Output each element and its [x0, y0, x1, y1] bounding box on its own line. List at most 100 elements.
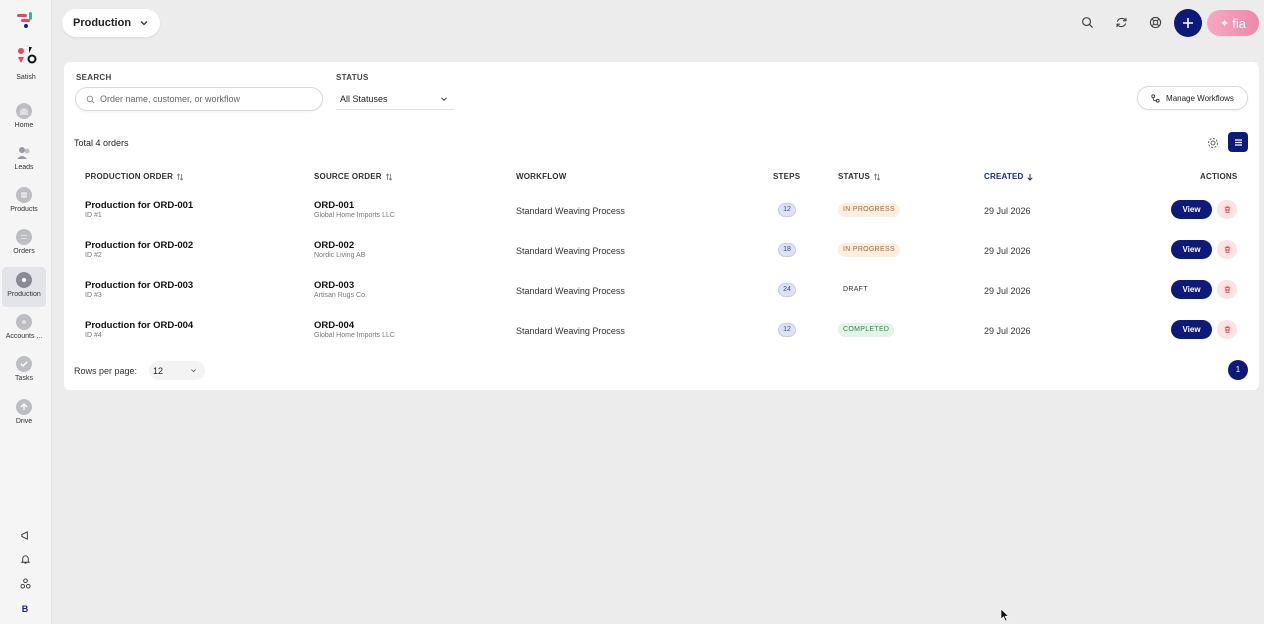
steps-badge: 12 [778, 203, 796, 217]
manage-workflows-button[interactable]: Manage Workflows [1137, 86, 1248, 110]
source-order-customer: Global Home Imports LLC [314, 212, 395, 219]
source-order-number[interactable]: ORD-002 [314, 240, 354, 251]
sidebar-item-label: Accounts ... [5, 333, 43, 340]
table-row[interactable]: Production for ORD-002 ID #2 ORD-002 Nor… [64, 240, 1259, 280]
plus-icon [1183, 18, 1193, 28]
sidebar-item-label: Home [14, 122, 34, 129]
app-logo[interactable] [16, 11, 36, 29]
delete-button[interactable] [1217, 200, 1237, 219]
chevron-down-icon [441, 96, 447, 101]
workspace-selector[interactable]: Production [62, 9, 160, 37]
sidebar-item-label: Drive [15, 418, 33, 425]
view-button[interactable]: View [1171, 280, 1212, 299]
source-order-number[interactable]: ORD-001 [314, 200, 354, 211]
production-icon [16, 272, 32, 288]
chevron-down-icon [140, 21, 148, 26]
home-icon [16, 103, 32, 119]
leads-icon [16, 145, 32, 161]
sidebar-item-drive[interactable]: Drive [2, 394, 46, 434]
workflow-name: Standard Weaving Process [516, 206, 625, 216]
sidebar-item-label: Leads [14, 164, 34, 171]
search-field[interactable] [75, 87, 323, 111]
sidebar-item-production[interactable]: Production [2, 267, 46, 307]
table-row[interactable]: Production for ORD-001 ID #1 ORD-001 Glo… [64, 200, 1259, 240]
orders-icon [16, 229, 32, 245]
view-button[interactable]: View [1171, 200, 1212, 219]
user-avatar [18, 47, 37, 64]
production-order-id: ID #1 [85, 212, 102, 219]
sort-desc-icon [1027, 173, 1034, 181]
column-header-production-order[interactable]: PRODUCTION ORDER [85, 172, 184, 181]
rows-per-page-select[interactable]: 12 [149, 361, 205, 380]
column-header-actions: ACTIONS [1200, 172, 1238, 181]
drive-icon [16, 399, 32, 415]
production-order-id: ID #2 [85, 252, 102, 259]
account-avatar[interactable]: B [15, 600, 35, 618]
sidebar: Satish Home Leads Products Orders Produc… [0, 0, 52, 624]
user-profile[interactable]: Satish [0, 44, 52, 81]
table-row[interactable]: Production for ORD-003 ID #3 ORD-003 Art… [64, 280, 1259, 320]
status-badge: IN PROGRESS [838, 243, 900, 257]
view-button[interactable]: View [1171, 240, 1212, 259]
bell-icon[interactable] [18, 552, 32, 566]
production-order-name[interactable]: Production for ORD-001 [85, 200, 193, 211]
integrations-icon[interactable] [18, 576, 32, 590]
sort-icon [385, 172, 393, 181]
sidebar-item-orders[interactable]: Orders [2, 224, 46, 264]
search-label: SEARCH [76, 73, 112, 82]
sidebar-item-home[interactable]: Home [2, 98, 46, 138]
column-header-source-order[interactable]: SOURCE ORDER [314, 172, 393, 181]
steps-badge: 24 [778, 283, 796, 297]
search-input[interactable] [100, 94, 310, 104]
megaphone-icon[interactable] [18, 528, 32, 542]
sidebar-item-leads[interactable]: Leads [2, 140, 46, 180]
list-view-toggle[interactable] [1228, 132, 1248, 152]
column-header-created[interactable]: CREATED [984, 172, 1034, 181]
production-order-name[interactable]: Production for ORD-003 [85, 280, 193, 291]
source-order-number[interactable]: ORD-004 [314, 320, 354, 331]
tasks-icon [16, 356, 32, 372]
fia-label: fia [1232, 15, 1246, 31]
sidebar-item-label: Orders [13, 248, 35, 255]
sparkle-icon: ✦ [1220, 17, 1230, 30]
table-row[interactable]: Production for ORD-004 ID #4 ORD-004 Glo… [64, 320, 1259, 360]
created-date: 29 Jul 2026 [984, 246, 1031, 256]
sidebar-item-tasks[interactable]: Tasks [2, 351, 46, 391]
fia-assistant-button[interactable]: ✦ fia [1207, 10, 1259, 36]
search-icon[interactable] [1080, 15, 1094, 29]
production-orders-card: SEARCH STATUS All Statuses Manage Workfl… [64, 62, 1259, 390]
column-header-steps: STEPS [773, 172, 801, 181]
production-order-name[interactable]: Production for ORD-002 [85, 240, 193, 251]
support-icon[interactable] [1148, 15, 1162, 29]
workflow-name: Standard Weaving Process [516, 326, 625, 336]
column-header-status[interactable]: STATUS [838, 172, 881, 181]
page-button-current[interactable]: 1 [1228, 360, 1248, 380]
status-badge: DRAFT [838, 283, 873, 297]
trash-icon [1224, 326, 1230, 334]
created-date: 29 Jul 2026 [984, 286, 1031, 296]
trash-icon [1224, 286, 1230, 294]
status-select-value: All Statuses [340, 93, 388, 104]
user-name: Satish [16, 74, 36, 81]
source-order-number[interactable]: ORD-003 [314, 280, 354, 291]
chevron-down-icon [191, 369, 196, 373]
sidebar-item-products[interactable]: Products [2, 182, 46, 222]
sidebar-item-label: Tasks [15, 375, 33, 382]
production-order-name[interactable]: Production for ORD-004 [85, 320, 193, 331]
workflow-name: Standard Weaving Process [516, 246, 625, 256]
created-date: 29 Jul 2026 [984, 206, 1031, 216]
delete-button[interactable] [1217, 320, 1237, 339]
refresh-icon[interactable] [1114, 15, 1128, 29]
table-settings-icon[interactable] [1207, 137, 1219, 149]
status-select[interactable]: All Statuses [336, 88, 454, 110]
manage-workflows-label: Manage Workflows [1166, 93, 1234, 103]
delete-button[interactable] [1217, 240, 1237, 259]
sort-icon [176, 172, 184, 181]
add-button[interactable] [1174, 9, 1202, 37]
production-order-id: ID #3 [85, 292, 102, 299]
total-orders-count: Total 4 orders [74, 138, 129, 148]
view-button[interactable]: View [1171, 320, 1212, 339]
sidebar-item-accounts[interactable]: Accounts ... [2, 309, 46, 349]
delete-button[interactable] [1217, 280, 1237, 299]
accounts-icon [16, 314, 32, 330]
